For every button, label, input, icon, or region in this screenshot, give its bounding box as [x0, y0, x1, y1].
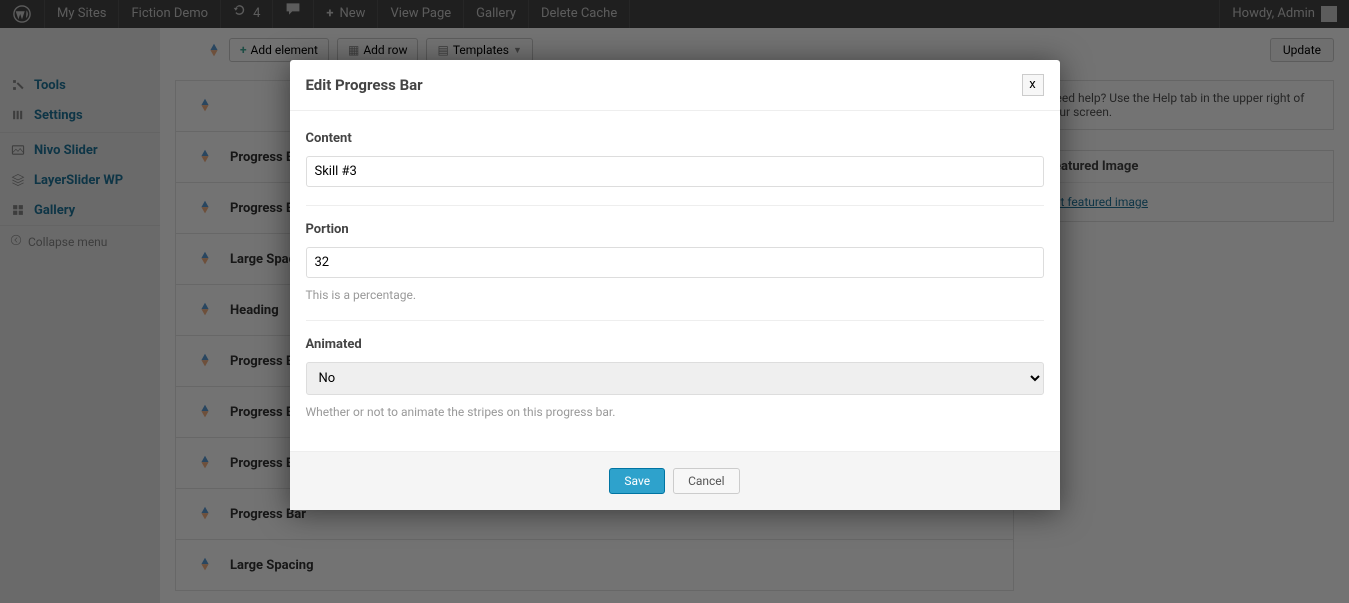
modal-title: Edit Progress Bar: [306, 76, 423, 94]
save-button[interactable]: Save: [609, 468, 665, 494]
content-input[interactable]: [306, 156, 1044, 187]
content-label: Content: [306, 131, 1044, 146]
animated-description: Whether or not to animate the stripes on…: [306, 405, 1044, 419]
edit-progress-bar-modal: Edit Progress Bar x Content Portion This…: [290, 60, 1060, 510]
animated-select[interactable]: No: [306, 362, 1044, 395]
portion-input[interactable]: [306, 247, 1044, 278]
portion-description: This is a percentage.: [306, 288, 1044, 302]
portion-label: Portion: [306, 222, 1044, 237]
animated-label: Animated: [306, 337, 1044, 352]
modal-close-button[interactable]: x: [1022, 74, 1044, 96]
cancel-button[interactable]: Cancel: [673, 468, 740, 494]
